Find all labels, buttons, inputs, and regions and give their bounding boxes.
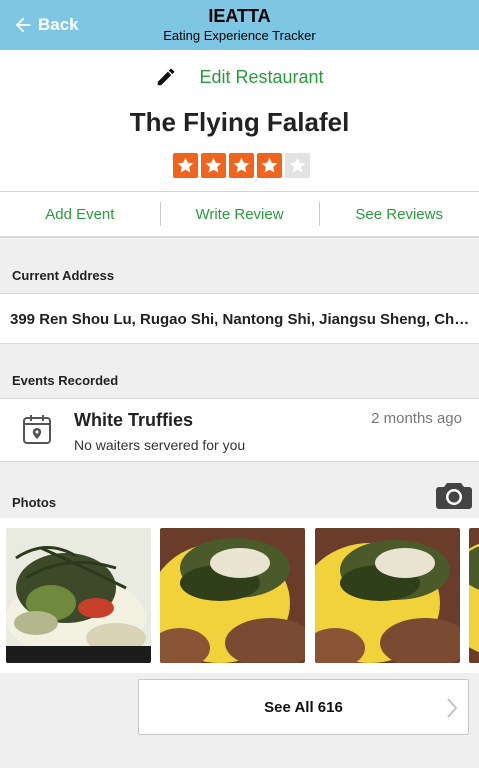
photo-thumbnail[interactable] <box>315 528 460 663</box>
food-photo-image <box>160 528 305 663</box>
star-filled-icon <box>173 153 198 178</box>
photo-thumbnail[interactable] <box>160 528 305 663</box>
write-review-button[interactable]: Write Review <box>159 192 320 236</box>
see-all-photos-button[interactable]: See All 616 <box>138 679 469 735</box>
event-description: No waiters servered for you <box>74 437 246 453</box>
photo-thumbnail[interactable] <box>469 528 479 663</box>
arrow-left-icon <box>15 17 31 33</box>
edit-restaurant-label: Edit Restaurant <box>199 66 324 87</box>
app-header: Back IEATTA Eating Experience Tracker <box>0 0 479 50</box>
event-title: White Truffies <box>74 410 194 430</box>
address-value: 399 Ren Shou Lu, Rugao Shi, Nantong Shi,… <box>10 311 472 328</box>
star-filled-icon <box>201 153 226 178</box>
chevron-right-icon <box>447 698 458 718</box>
restaurant-name: The Flying Falafel <box>129 107 350 137</box>
address-section-label: Current Address <box>12 268 115 283</box>
food-photo-image <box>6 528 151 663</box>
photo-thumbnail[interactable] <box>6 528 151 663</box>
camera-icon[interactable] <box>435 480 473 510</box>
star-empty-icon <box>285 153 310 178</box>
star-filled-icon <box>229 153 254 178</box>
back-button[interactable]: Back <box>12 12 79 38</box>
calendar-pin-icon <box>23 415 51 444</box>
edit-restaurant-button[interactable]: Edit Restaurant <box>0 66 479 88</box>
photos-section-label: Photos <box>12 495 57 510</box>
address-row: 399 Ren Shou Lu, Rugao Shi, Nantong Shi,… <box>0 293 479 344</box>
photo-strip <box>0 518 479 673</box>
food-photo-image <box>315 528 460 663</box>
add-event-button[interactable]: Add Event <box>0 192 160 236</box>
see-all-label: See All 616 <box>264 699 343 716</box>
back-label: Back <box>38 15 79 34</box>
star-filled-icon <box>257 153 282 178</box>
events-section-label: Events Recorded <box>12 373 119 388</box>
see-reviews-button[interactable]: See Reviews <box>319 192 479 236</box>
action-bar: Add Event Write Review See Reviews <box>0 191 479 238</box>
pencil-icon <box>158 68 175 86</box>
food-photo-image <box>469 528 479 663</box>
rating-stars <box>173 153 313 178</box>
event-time: 2 months ago <box>371 410 462 427</box>
restaurant-hero: Edit Restaurant The Flying Falafel <box>0 50 479 191</box>
event-list-item[interactable]: White Truffies No waiters servered for y… <box>0 398 479 462</box>
